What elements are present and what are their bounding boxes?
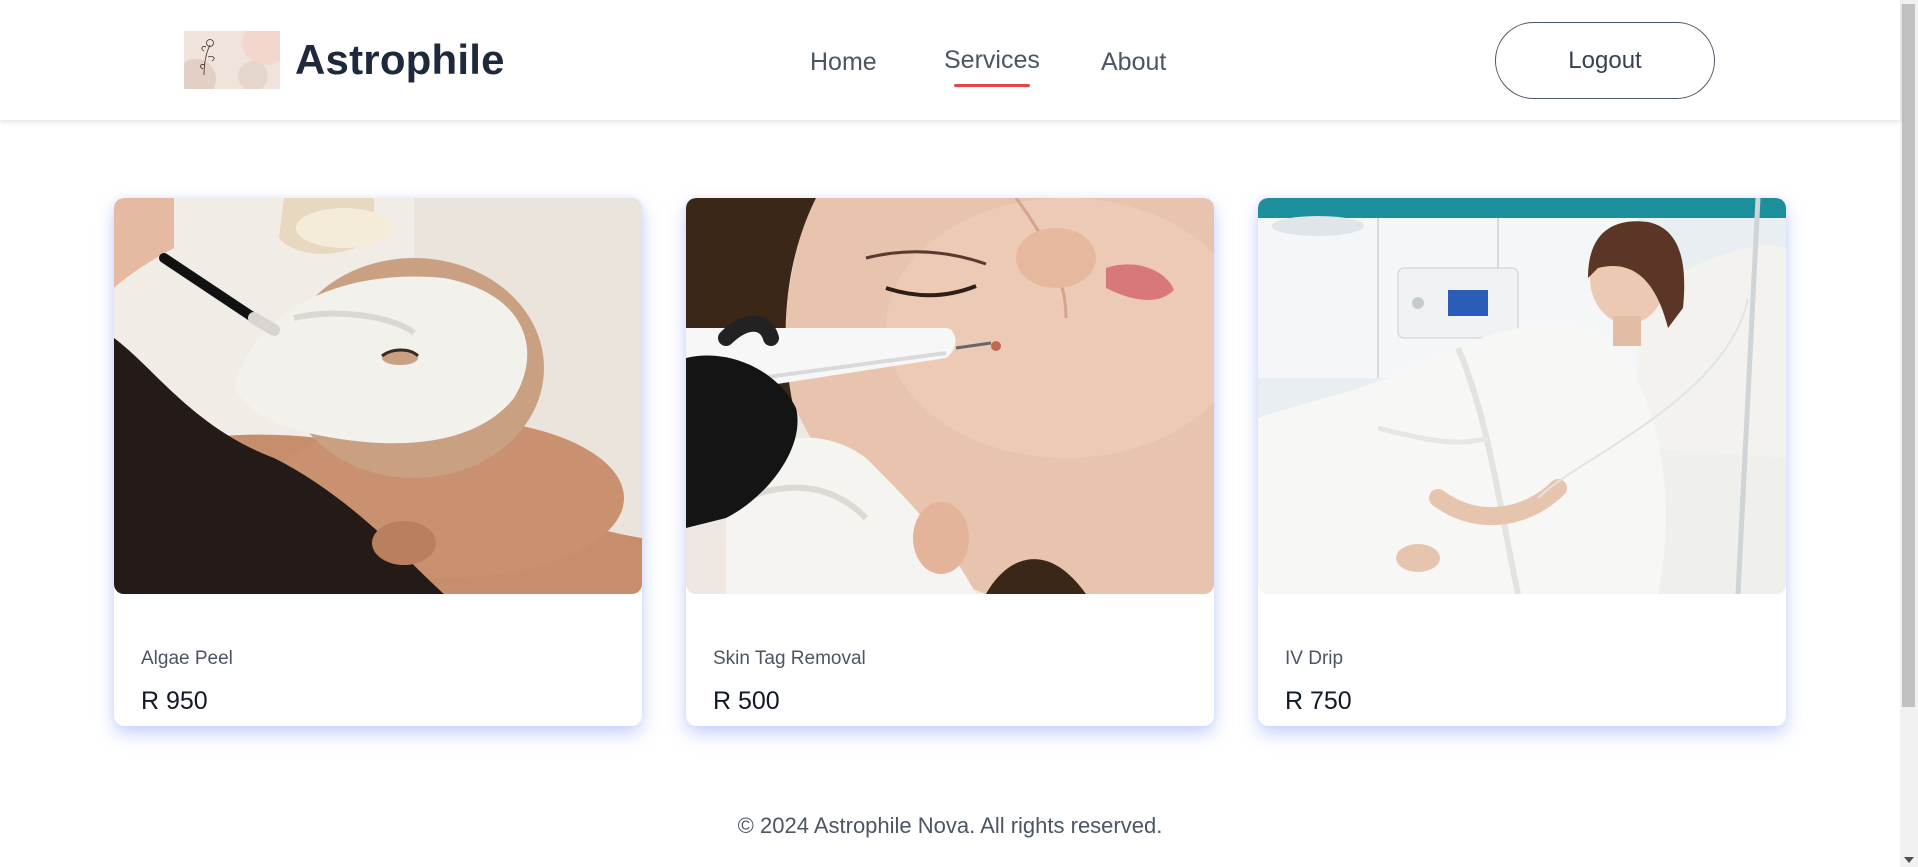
scrollbar-thumb[interactable] — [1902, 4, 1915, 707]
service-image-algae-peel — [114, 198, 642, 594]
nav-services[interactable]: Services — [944, 46, 1040, 87]
nav-about[interactable]: About — [1101, 48, 1166, 77]
service-title: Algae Peel — [141, 648, 233, 669]
brand-name[interactable]: Astrophile — [295, 36, 505, 84]
service-image-iv-drip — [1258, 198, 1786, 594]
service-title: IV Drip — [1285, 648, 1344, 669]
logout-button[interactable]: Logout — [1495, 22, 1715, 99]
scroll-down-arrow-icon[interactable] — [1904, 857, 1914, 863]
brand-logo[interactable] — [184, 31, 280, 89]
page-scrollbar[interactable] — [1900, 0, 1918, 867]
site-footer: © 2024 Astrophile Nova. All rights reser… — [0, 813, 1900, 839]
brand[interactable]: Astrophile — [184, 31, 505, 89]
nav-home[interactable]: Home — [810, 48, 877, 77]
service-card-skin-tag-removal[interactable]: Skin Tag Removal R 500 — [686, 198, 1214, 726]
service-price: R 750 — [1285, 687, 1352, 715]
site-header: Astrophile Home Services About Logout — [0, 0, 1900, 120]
service-image-skin-tag-removal — [686, 198, 1214, 594]
copyright-text: © 2024 Astrophile Nova. All rights reser… — [737, 813, 1163, 838]
nav-services-label: Services — [944, 46, 1040, 74]
service-price: R 500 — [713, 687, 780, 715]
active-nav-underline — [954, 84, 1030, 87]
service-card-iv-drip[interactable]: IV Drip R 750 — [1258, 198, 1786, 726]
service-card-algae-peel[interactable]: Algae Peel R 950 — [114, 198, 642, 726]
service-title: Skin Tag Removal — [713, 648, 866, 669]
service-price: R 950 — [141, 687, 208, 715]
flower-sketch-icon — [200, 39, 215, 76]
